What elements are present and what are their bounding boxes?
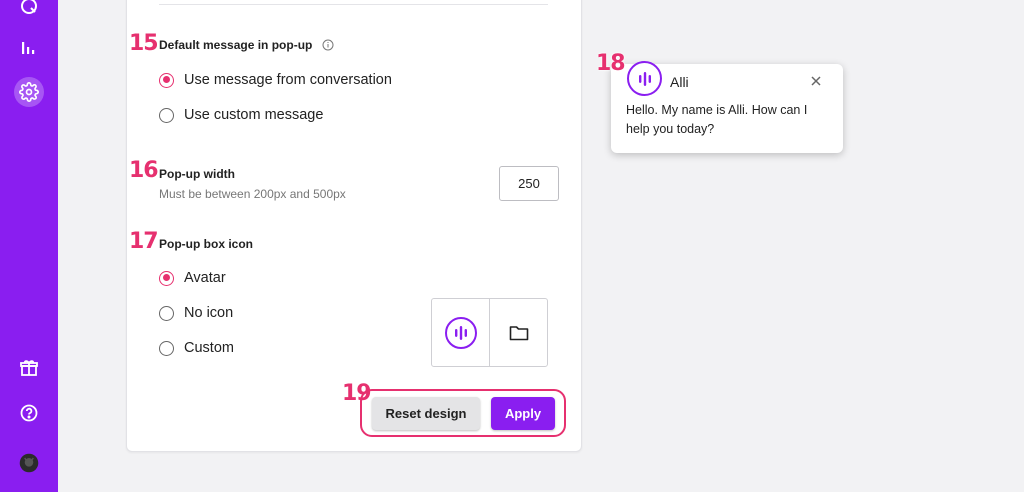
icon-picker — [431, 298, 548, 367]
user-avatar-icon[interactable] — [14, 448, 44, 478]
radio-custom[interactable]: Custom — [159, 340, 234, 356]
radio-button[interactable] — [159, 107, 174, 123]
radio-label: Use message from conversation — [184, 72, 392, 88]
custom-upload-option[interactable] — [489, 299, 547, 366]
popup-width-title: Pop-up width — [159, 167, 235, 181]
popup-avatar — [627, 61, 662, 96]
step-18-badge: 18 — [596, 51, 626, 76]
popup-agent-name: Alli — [670, 74, 689, 90]
info-icon[interactable] — [322, 39, 334, 51]
avatar-icon — [444, 316, 477, 349]
bar-chart-icon[interactable] — [14, 33, 44, 63]
popup-message: Hello. My name is Alli. How can I help y… — [626, 103, 808, 136]
gift-icon[interactable] — [14, 353, 44, 383]
step-17-badge: 17 — [129, 229, 159, 254]
close-icon[interactable] — [809, 74, 823, 88]
radio-label: Use custom message — [184, 107, 324, 123]
popup-width-hint: Must be between 200px and 500px — [159, 187, 346, 201]
reset-design-button[interactable]: Reset design — [372, 397, 480, 430]
help-icon[interactable] — [14, 398, 44, 428]
radio-use-custom-message[interactable]: Use custom message — [159, 107, 323, 123]
sidebar — [0, 0, 58, 492]
step-15-badge: 15 — [129, 31, 159, 56]
voice-wave-icon — [638, 71, 651, 86]
radio-button-checked[interactable] — [159, 270, 174, 286]
default-message-title: Default message in pop-up — [159, 38, 313, 52]
folder-icon — [509, 325, 528, 340]
gear-icon[interactable] — [14, 77, 44, 107]
radio-button[interactable] — [159, 305, 174, 321]
radio-label: No icon — [184, 305, 234, 321]
divider — [159, 4, 548, 5]
radio-label: Avatar — [184, 270, 226, 286]
radio-avatar[interactable]: Avatar — [159, 270, 226, 286]
chat-search-icon[interactable] — [14, 0, 44, 21]
step-16-badge: 16 — [129, 158, 159, 183]
avatar-option[interactable] — [432, 299, 489, 366]
popup-width-input[interactable] — [499, 166, 559, 201]
radio-button-checked[interactable] — [159, 72, 174, 88]
popup-icon-title: Pop-up box icon — [159, 237, 253, 251]
radio-label: Custom — [184, 340, 234, 356]
radio-button[interactable] — [159, 340, 174, 356]
radio-no-icon[interactable]: No icon — [159, 305, 233, 321]
apply-button[interactable]: Apply — [491, 397, 555, 430]
radio-use-message-from-conversation[interactable]: Use message from conversation — [159, 72, 392, 88]
